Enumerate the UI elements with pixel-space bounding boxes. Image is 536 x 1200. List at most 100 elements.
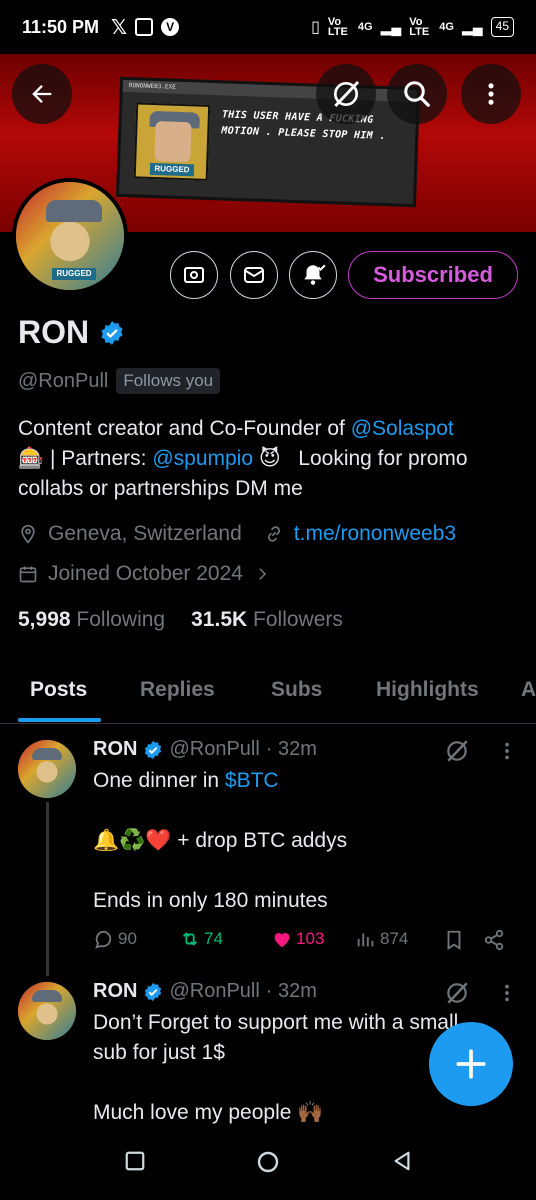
reply-action[interactable]: 90 xyxy=(93,928,137,950)
post-line-2: sub for just 1$ xyxy=(93,1041,225,1064)
avatar-hat xyxy=(32,748,62,760)
post-line-1: Don’t Forget to support me with a small xyxy=(93,1011,459,1034)
location-pin-icon xyxy=(21,524,35,544)
following-stat[interactable]: 5,998 Following xyxy=(18,608,165,632)
tab-subs[interactable]: Subs xyxy=(271,678,322,702)
avatar-hat xyxy=(32,990,62,1002)
battery-icon: 45 xyxy=(490,17,514,37)
profile-avatar[interactable]: RUGGED xyxy=(12,178,128,294)
like-action[interactable]: 103 xyxy=(271,928,324,950)
post-more-icon[interactable] xyxy=(496,982,518,1004)
home-circle-icon[interactable] xyxy=(256,1150,280,1174)
tab-posts[interactable]: Posts xyxy=(30,678,87,702)
bell-check-icon xyxy=(304,264,326,285)
profile-website-link[interactable]: t.me/rononweeb3 xyxy=(294,522,456,546)
post-time: · 32m xyxy=(265,980,317,1002)
character-face xyxy=(154,121,192,163)
search-button[interactable] xyxy=(387,64,447,124)
subscription-content-button[interactable] xyxy=(170,251,218,299)
repost-count: 74 xyxy=(204,929,223,948)
followers-count: 31.5K xyxy=(191,608,248,631)
banner-art-label: RUGGED xyxy=(149,162,195,177)
grok-slash-icon[interactable] xyxy=(444,980,470,1006)
follow-stats: 5,998 Following 31.5K Followers xyxy=(18,608,343,632)
message-button[interactable] xyxy=(230,251,278,299)
profile-name: RON xyxy=(18,314,90,350)
post-author-handle[interactable]: @RonPull xyxy=(169,980,259,1003)
envelope-icon xyxy=(244,267,264,283)
tab-articles[interactable]: A xyxy=(521,678,536,702)
signal-icon-2: ▂▄ xyxy=(461,18,483,35)
thread-connector-line xyxy=(46,802,49,976)
notifications-button[interactable] xyxy=(289,251,337,299)
post-line-2: 🔔♻️❤️ + drop BTC addys xyxy=(93,829,348,852)
more-vertical-icon xyxy=(488,83,494,105)
post-more-icon[interactable] xyxy=(496,740,518,762)
post-line-3: Ends in only 180 minutes xyxy=(93,889,328,912)
avatar-label: RUGGED xyxy=(52,268,96,280)
bio-link-spumpio[interactable]: @spumpio xyxy=(152,447,253,470)
compose-button[interactable] xyxy=(429,1022,513,1106)
post-author-handle[interactable]: @RonPull xyxy=(169,738,259,761)
devil-emoji: 😈 xyxy=(258,447,281,470)
joined-date: Joined October 2024 xyxy=(48,562,243,585)
profile-location: Geneva, Switzerland xyxy=(48,522,242,545)
plus-icon xyxy=(456,1049,486,1079)
post-avatar[interactable] xyxy=(18,982,76,1040)
bio-link-solaspot[interactable]: @Solaspot xyxy=(351,417,454,440)
bio-text-3: Looking for promo xyxy=(280,447,468,470)
banner-message: THIS USER HAVE A FUCKING MOTION . PLEASE… xyxy=(221,109,386,143)
profile-tabs: Posts Replies Subs Highlights A xyxy=(0,662,536,724)
x-logo-icon: 𝕏 xyxy=(111,16,128,39)
status-bar: 11:50 PM 𝕏 V ▯ Vo LTE 4G ▂▄ Vo LTE 4G ▂▄… xyxy=(0,0,536,54)
slot-machine-emoji: 🎰 xyxy=(18,447,45,470)
tab-highlights[interactable]: Highlights xyxy=(376,678,479,702)
grok-slash-icon xyxy=(334,80,360,108)
like-count: 103 xyxy=(296,929,325,948)
reply-count: 90 xyxy=(118,929,137,948)
post-body[interactable]: One dinner in $BTC 🔔♻️❤️ + drop BTC addy… xyxy=(93,766,347,916)
status-time: 11:50 PM xyxy=(22,16,100,37)
repost-action[interactable]: 74 xyxy=(179,928,223,950)
bio-text-2: | Partners: xyxy=(44,447,153,470)
back-triangle-icon[interactable] xyxy=(391,1150,413,1172)
more-options-button[interactable] xyxy=(461,64,521,124)
followers-stat[interactable]: 31.5K Followers xyxy=(191,608,343,632)
activity-icon xyxy=(135,18,154,36)
bio-line-1: Content creator and Co-Founder of @Solas… xyxy=(18,414,523,444)
search-icon xyxy=(404,81,430,107)
network-label-1: 4G xyxy=(357,21,373,33)
recents-square-icon[interactable] xyxy=(124,1150,146,1172)
following-count: 5,998 xyxy=(18,608,71,631)
v-badge-icon: V xyxy=(161,18,180,36)
active-tab-indicator xyxy=(18,718,101,722)
volte-label-1: Vo LTE xyxy=(327,16,348,38)
profile-bio: Content creator and Co-Founder of @Solas… xyxy=(18,414,523,504)
tab-replies[interactable]: Replies xyxy=(140,678,215,702)
handle-row: @RonPull Follows you xyxy=(18,368,221,394)
grok-button[interactable] xyxy=(316,64,376,124)
post-avatar[interactable] xyxy=(18,740,76,798)
signal-icon-1: ▂▄ xyxy=(380,18,402,35)
cashtag-btc[interactable]: $BTC xyxy=(225,769,279,792)
bookmark-icon[interactable] xyxy=(443,929,465,951)
post-author-name[interactable]: RON xyxy=(93,738,137,761)
link-icon xyxy=(267,526,280,542)
avatar-hat xyxy=(46,200,102,222)
share-icon[interactable] xyxy=(483,929,505,951)
grok-slash-icon[interactable] xyxy=(444,738,470,764)
verified-badge-icon xyxy=(145,982,162,1001)
subscribed-button[interactable]: Subscribed xyxy=(348,251,518,299)
post-body[interactable]: Don’t Forget to support me with a small … xyxy=(93,1008,458,1128)
post-line-1: One dinner in $BTC xyxy=(93,766,347,796)
joined-row[interactable]: Joined October 2024 xyxy=(18,562,271,586)
back-button[interactable] xyxy=(12,64,72,124)
reply-icon xyxy=(95,930,112,949)
money-icon xyxy=(184,267,204,283)
following-label: Following xyxy=(76,608,166,631)
status-right-icons: ▯ Vo LTE 4G ▂▄ Vo LTE 4G ▂▄ 45 xyxy=(311,16,514,38)
chevron-right-icon xyxy=(259,568,267,580)
follows-you-badge: Follows you xyxy=(116,368,221,394)
views-action[interactable]: 874 xyxy=(355,928,408,950)
post-author-name[interactable]: RON xyxy=(93,980,137,1003)
